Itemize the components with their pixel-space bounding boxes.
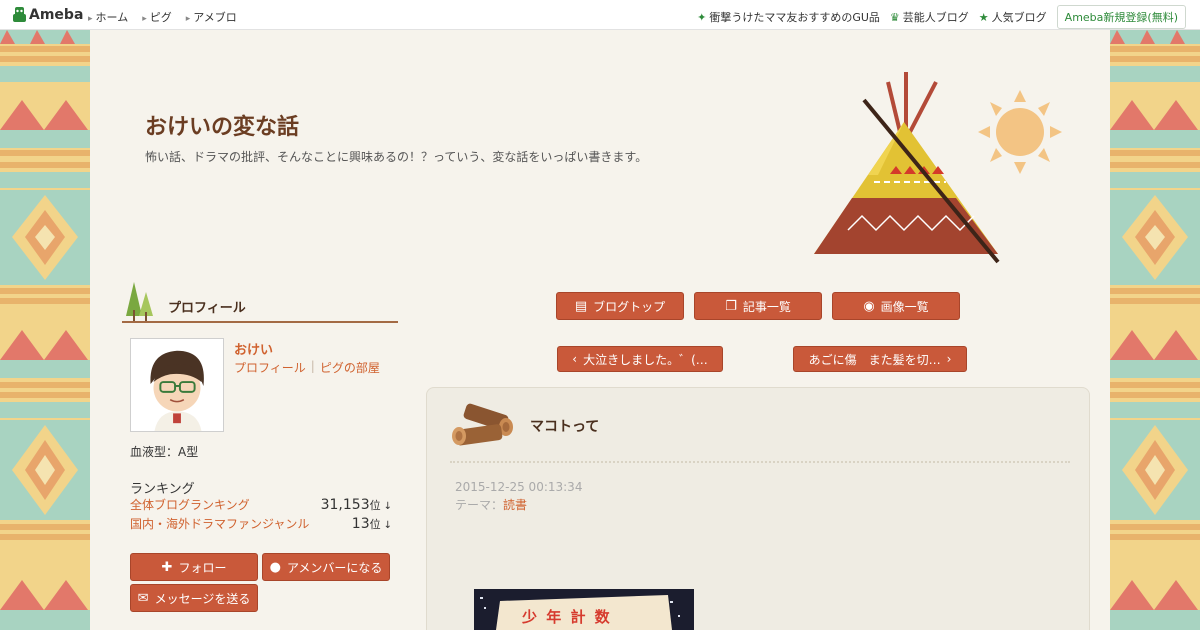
profile-links: プロフィール | ピグの部屋	[234, 359, 380, 376]
ameba-logo-text: Ameba	[29, 6, 84, 23]
top-nav-home[interactable]: ホーム	[88, 9, 129, 25]
ameba-logo[interactable]: Ameba	[12, 6, 83, 23]
article-list-button[interactable]: ❐ 記事一覧	[694, 292, 822, 320]
sparkle-icon: ✦	[697, 11, 707, 24]
popular-blog-link[interactable]: ★ 人気ブログ	[979, 9, 1047, 25]
amember-label: アメンバーになる	[286, 560, 383, 575]
entry-date: 2015-12-25 00:13:34	[455, 480, 583, 494]
profile-avatar[interactable]	[130, 338, 224, 432]
popular-blog-label: 人気ブログ	[991, 11, 1047, 24]
ranking-number: 13	[351, 516, 370, 532]
blog-top-button[interactable]: ▤ ブログトップ	[556, 292, 684, 320]
star-icon: ★	[978, 11, 989, 24]
image-list-label: 画像一覧	[880, 299, 929, 314]
prev-entry-button[interactable]: ‹ 大泣きしました。゛(…	[557, 346, 723, 372]
ranking-row-genre: 国内・海外ドラマファンジャンル 13位 ↓	[130, 515, 392, 532]
entry-theme-row: テーマ：読書	[455, 496, 527, 513]
follow-label: フォロー	[178, 560, 227, 575]
ranking-name[interactable]: 全体ブログランキング	[130, 496, 250, 513]
ranking-unit: 位	[369, 499, 381, 512]
blog-description: 怖い話、ドラマの批評、そんなことに興味あるの！？っていう、変な話をいっぱい書きま…	[145, 150, 648, 164]
crown-icon: ♛	[889, 11, 900, 24]
theme-label: テーマ：	[455, 498, 504, 512]
ameba-header-bar: Ameba ホーム ピグ アメブロ ✦衝撃うけたママ友おすすめのGU品 ♛芸能人…	[0, 0, 1200, 30]
chat-bubble-icon: ●	[269, 559, 281, 575]
top-nav-pigg[interactable]: ピグ	[142, 9, 172, 25]
top-nav-ameblo[interactable]: アメブロ	[186, 9, 236, 25]
blog-top-label: ブログトップ	[593, 299, 666, 314]
left-pattern-decoration	[0, 30, 90, 630]
plus-icon: ✚	[161, 559, 173, 575]
entry-divider	[450, 461, 1070, 463]
camera-icon: ◉	[863, 298, 875, 314]
top-right-links: ✦ 衝撃うけたママ友おすすめのGU品 ♛ 芸能人ブログ ★ 人気ブログ Ameba新規…	[697, 5, 1186, 29]
ranking-name[interactable]: 国内・海外ドラマファンジャンル	[130, 515, 309, 532]
document-icon: ▤	[574, 298, 588, 314]
profile-link[interactable]: プロフィール	[234, 359, 306, 376]
ranking-value: 31,153位 ↓	[321, 497, 392, 513]
wood-log-icon	[452, 403, 513, 446]
chevron-left-icon: ‹	[572, 352, 578, 366]
entry-title[interactable]: マコトって	[530, 416, 599, 436]
ameba-logo-icon	[13, 7, 26, 22]
trend-down-icon: ↓	[383, 520, 392, 531]
teepee-sun-illustration	[814, 72, 1062, 264]
next-entry-button[interactable]: あごに傷 また髪を切… ›	[793, 346, 967, 372]
next-entry-label: あごに傷 また髪を切…	[808, 352, 941, 367]
gu-recommend-label: 衝撃うけたママ友おすすめのGU品	[709, 11, 880, 24]
photo-book-title: 少 年 計 数	[521, 608, 612, 626]
celebrity-blog-label: 芸能人ブログ	[902, 11, 969, 24]
send-message-button[interactable]: ✉ メッセージを送る	[130, 584, 258, 612]
profile-heading: プロフィール	[168, 301, 246, 316]
chevron-right-icon: ›	[946, 352, 952, 366]
follow-button[interactable]: ✚ フォロー	[130, 553, 258, 581]
profile-heading-decoration	[122, 282, 398, 323]
amember-button[interactable]: ● アメンバーになる	[262, 553, 390, 581]
tree-icon	[126, 282, 153, 322]
theme-link[interactable]: 読書	[503, 498, 527, 512]
ranking-row-overall: 全体ブログランキング 31,153位 ↓	[130, 496, 392, 513]
prev-entry-label: 大泣きしました。゛(…	[583, 352, 708, 367]
blood-type: 血液型：A型	[130, 445, 199, 459]
gu-recommend-link[interactable]: ✦ 衝撃うけたママ友おすすめのGU品	[697, 9, 880, 25]
profile-name[interactable]: おけい	[234, 339, 273, 358]
ranking-unit: 位	[369, 518, 381, 531]
ranking-title: ランキング	[130, 482, 195, 497]
trend-down-icon: ↓	[383, 501, 392, 512]
register-button[interactable]: Ameba新規登録(無料)	[1056, 5, 1186, 29]
celebrity-blog-link[interactable]: ♛ 芸能人ブログ	[890, 9, 969, 25]
top-nav: ホーム ピグ アメブロ	[88, 9, 237, 25]
ranking-value: 13位 ↓	[352, 516, 392, 532]
copy-pages-icon: ❐	[725, 298, 737, 314]
send-message-label: メッセージを送る	[154, 591, 251, 606]
image-list-button[interactable]: ◉ 画像一覧	[832, 292, 960, 320]
right-pattern-decoration	[1110, 30, 1200, 630]
entry-photo[interactable]: 少 年 計 数	[474, 589, 694, 630]
sun-icon	[978, 90, 1062, 174]
link-separator: |	[310, 359, 315, 373]
envelope-icon: ✉	[137, 590, 149, 606]
pigg-room-link[interactable]: ピグの部屋	[320, 359, 380, 376]
blog-title[interactable]: おけいの変な話	[145, 109, 299, 141]
article-list-label: 記事一覧	[742, 299, 791, 314]
ranking-number: 31,153	[320, 497, 370, 513]
